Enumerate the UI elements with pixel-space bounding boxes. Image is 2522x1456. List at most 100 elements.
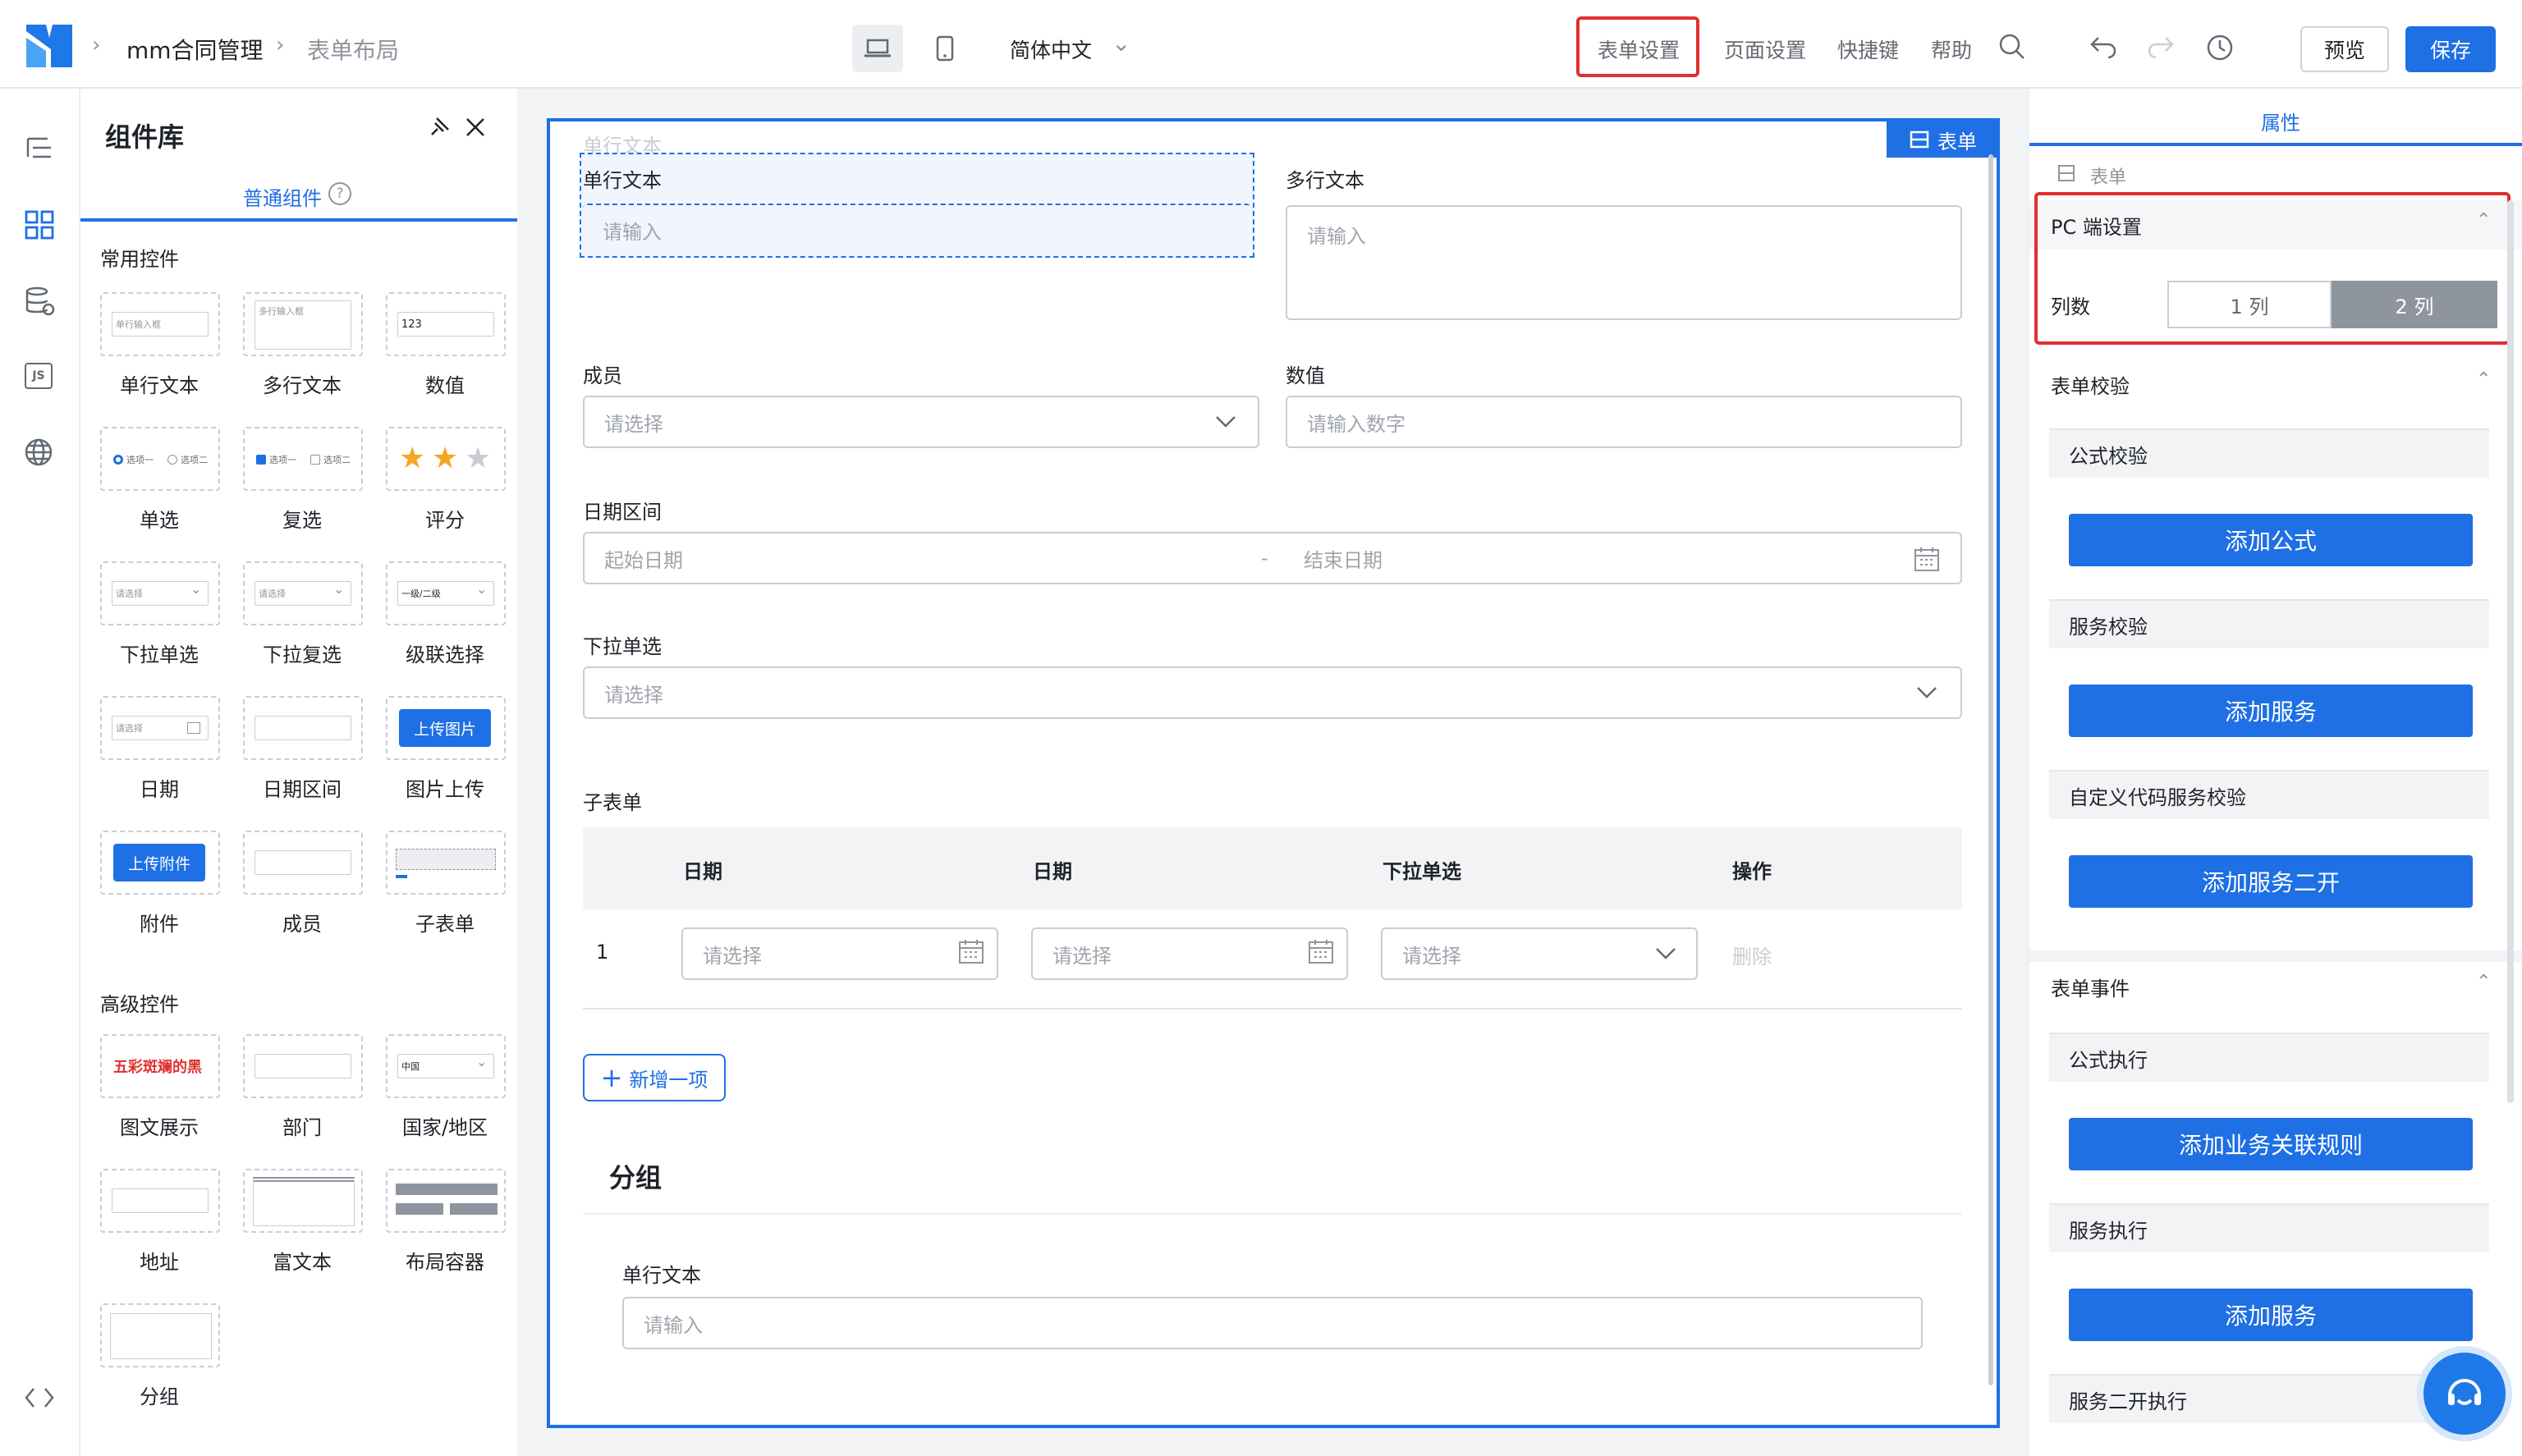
subform-date-input-2[interactable]: 请选择: [1031, 927, 1348, 980]
component-subform[interactable]: [386, 831, 506, 895]
js-code-icon[interactable]: JS: [25, 363, 53, 389]
checkbox-option-b: 选项二: [323, 455, 351, 465]
subform-delete-link[interactable]: 删除: [1732, 941, 1772, 969]
service-validation-title: 服务校验: [2069, 615, 2148, 639]
component-image-upload[interactable]: 上传图片: [386, 696, 506, 760]
add-business-rule-button[interactable]: 添加业务关联规则: [2069, 1118, 2473, 1170]
single-text-input[interactable]: 请输入: [583, 204, 1251, 254]
number-input[interactable]: 请输入数字: [1286, 396, 1962, 448]
multi-text-input[interactable]: 请输入: [1286, 205, 1962, 320]
label-layout-container: 布局容器: [406, 1251, 484, 1274]
checkbox-checked-icon: [256, 455, 266, 465]
service-exec-title: 服务执行: [2069, 1219, 2148, 1243]
formula-exec-header: 公式执行: [2049, 1032, 2489, 1082]
chevron-up-icon[interactable]: ⌃: [2476, 369, 2491, 390]
redo-icon[interactable]: [2146, 34, 2176, 59]
chevron-down-icon[interactable]: ⌄: [1112, 30, 1130, 57]
chevron-up-icon[interactable]: ⌃: [2476, 972, 2491, 992]
subform-row-index: 1: [596, 941, 609, 964]
library-title: 组件库: [105, 121, 185, 153]
menu-shortcuts[interactable]: 快捷键: [1837, 34, 1899, 64]
radio-checked-icon: [113, 455, 123, 465]
field-label-subform: 子表单: [583, 791, 642, 814]
group-single-text-input[interactable]: 请输入: [622, 1297, 1923, 1349]
member-select[interactable]: 请选择: [583, 396, 1259, 448]
component-layout-container[interactable]: [386, 1169, 506, 1233]
preview-button[interactable]: 预览: [2300, 26, 2389, 72]
app-logo[interactable]: [23, 21, 76, 71]
component-department[interactable]: [243, 1034, 363, 1098]
mini-textarea: 多行输入框: [254, 300, 351, 350]
add-row-button[interactable]: + 新增一项: [583, 1054, 726, 1101]
breadcrumb-app[interactable]: mm合同管理: [126, 33, 264, 66]
close-icon[interactable]: [465, 117, 486, 138]
section-divider: [2029, 950, 2522, 962]
mini-department: [254, 1054, 351, 1078]
component-rating[interactable]: ★ ★ ★: [386, 427, 506, 491]
component-number[interactable]: 123: [386, 292, 506, 356]
component-dropdown[interactable]: 请选择 ⌄: [100, 561, 220, 625]
globe-icon[interactable]: [23, 437, 54, 468]
chevron-right-icon: ›: [92, 33, 101, 57]
form-icon: [2058, 165, 2075, 181]
component-rich-text[interactable]: [243, 1169, 363, 1233]
menu-help[interactable]: 帮助: [1931, 34, 1972, 64]
mobile-view-button[interactable]: [919, 25, 970, 72]
desktop-view-button[interactable]: [852, 25, 903, 72]
canvas-scrollbar[interactable]: [1988, 154, 1993, 1385]
component-radio[interactable]: 选项一 选项二: [100, 427, 220, 491]
form-badge[interactable]: 表单: [1887, 121, 2000, 158]
mini-group: [110, 1313, 212, 1359]
support-chat-button[interactable]: [2423, 1353, 2506, 1435]
component-group[interactable]: [100, 1303, 220, 1367]
component-member[interactable]: [243, 831, 363, 895]
date-range-end[interactable]: 结束日期: [1304, 544, 1383, 573]
subform-dropdown-input[interactable]: 请选择: [1381, 927, 1698, 980]
form-canvas[interactable]: 单行文本 表单 单行文本 请输入 多行文本 请输入 成员 请选择 数值 请输入数…: [547, 118, 2000, 1428]
component-address[interactable]: [100, 1169, 220, 1233]
component-multi-text[interactable]: 多行输入框: [243, 292, 363, 356]
component-date[interactable]: 请选择: [100, 696, 220, 760]
help-icon[interactable]: ?: [328, 182, 351, 205]
checkbox-option-a: 选项一: [269, 455, 296, 465]
component-rich-display[interactable]: 五彩斑斓的黑: [100, 1034, 220, 1098]
component-attachment[interactable]: 上传附件: [100, 831, 220, 895]
tab-common-components[interactable]: 普通组件: [243, 182, 322, 211]
outline-tree-icon[interactable]: [25, 135, 54, 163]
tab-properties[interactable]: 属性: [2261, 107, 2300, 135]
undo-icon[interactable]: [2089, 34, 2118, 59]
component-country[interactable]: 中国 ⌄: [386, 1034, 506, 1098]
validation-header[interactable]: 表单校验: [2029, 359, 2522, 409]
pin-icon[interactable]: [427, 115, 452, 140]
data-source-icon[interactable]: [25, 286, 56, 317]
mini-subform-bar: [396, 875, 407, 878]
label-date: 日期: [140, 778, 179, 801]
menu-page-settings[interactable]: 页面设置: [1724, 34, 1806, 64]
dropdown-select[interactable]: 请选择: [583, 666, 1962, 719]
mini-layout: [396, 1184, 498, 1195]
subform-date-input-1[interactable]: 请选择: [681, 927, 998, 980]
component-multi-dropdown[interactable]: 请选择 ⌄: [243, 561, 363, 625]
events-header[interactable]: 表单事件: [2029, 962, 2522, 1011]
date-range-input[interactable]: 起始日期 - 结束日期: [583, 532, 1962, 584]
language-select[interactable]: 简体中文: [1010, 34, 1092, 64]
add-formula-button[interactable]: 添加公式: [2069, 514, 2473, 566]
date-range-start[interactable]: 起始日期: [604, 544, 683, 573]
component-single-text[interactable]: 单行输入框: [100, 292, 220, 356]
mini-rich-text: [253, 1177, 355, 1226]
search-icon[interactable]: [1998, 33, 2026, 61]
section-title-common: 常用控件: [100, 248, 179, 271]
history-icon[interactable]: [2205, 33, 2235, 62]
component-cascade[interactable]: 一级/二级 ⌄: [386, 561, 506, 625]
add-service-button[interactable]: 添加服务: [2069, 685, 2473, 737]
mini-number: 123: [397, 312, 494, 337]
save-button[interactable]: 保存: [2405, 26, 2496, 72]
code-brackets-icon[interactable]: [23, 1385, 56, 1410]
props-scrollbar[interactable]: [2507, 200, 2514, 1103]
components-grid-icon[interactable]: [25, 210, 54, 240]
highlight-pc-settings: [2034, 192, 2511, 345]
add-service-exec-button[interactable]: 添加服务: [2069, 1289, 2473, 1341]
component-checkbox[interactable]: 选项一 选项二: [243, 427, 363, 491]
add-service-extension-button[interactable]: 添加服务二开: [2069, 855, 2473, 908]
component-date-range[interactable]: [243, 696, 363, 760]
